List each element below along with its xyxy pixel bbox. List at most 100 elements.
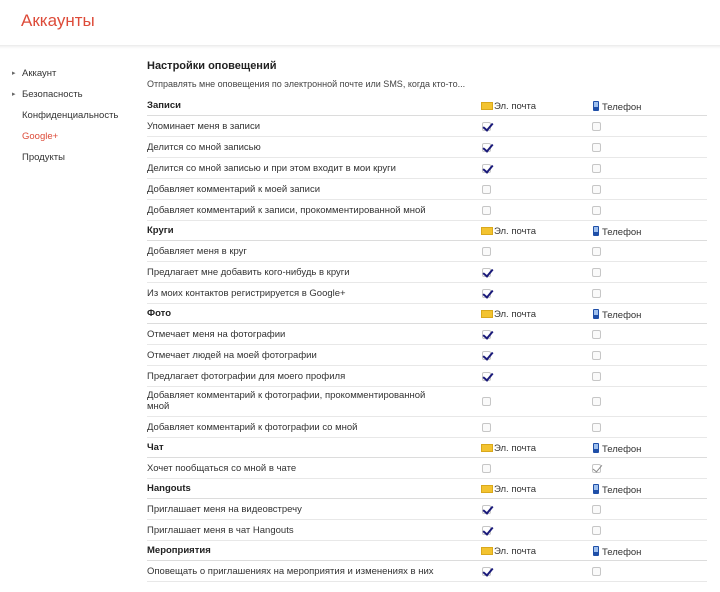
email-checkbox[interactable] xyxy=(482,567,491,576)
chevron-right-icon: ▸ xyxy=(12,70,16,77)
email-checkbox[interactable] xyxy=(482,505,491,514)
phone-checkbox[interactable] xyxy=(592,247,601,256)
setting-row: Делится со мной записью xyxy=(147,137,707,158)
email-checkbox[interactable] xyxy=(482,351,491,360)
email-checkbox[interactable] xyxy=(482,206,491,215)
email-checkbox[interactable] xyxy=(482,372,491,381)
setting-label: Добавляет комментарий к фотографии со мн… xyxy=(147,422,358,433)
phone-column-label: Телефон xyxy=(602,547,642,558)
phone-icon xyxy=(593,226,599,236)
group-header: Чат Эл. почта Телефон xyxy=(147,438,707,458)
intro-text: Отправлять мне оповещения по электронной… xyxy=(147,79,466,89)
email-checkbox[interactable] xyxy=(482,423,491,432)
setting-row: Отмечает людей на моей фотографии xyxy=(147,345,707,366)
email-column-header: Эл. почта xyxy=(481,484,536,495)
sidebar-item-label: Продукты xyxy=(22,152,65,163)
phone-checkbox[interactable] xyxy=(592,268,601,277)
email-column-label: Эл. почта xyxy=(494,484,537,495)
sidebar-item-label: Конфиденциальность xyxy=(22,110,119,121)
email-checkbox[interactable] xyxy=(482,268,491,277)
sidebar-item[interactable]: Продукты xyxy=(0,150,130,171)
sidebar-nav: ▸ Аккаунт ▸ Безопасность Конфиденциальность G… xyxy=(0,66,130,171)
setting-row: Хочет пообщаться со мной в чате xyxy=(147,458,707,479)
setting-label: Отмечает людей на моей фотографии xyxy=(147,350,317,361)
setting-row: Добавляет комментарий к фотографии, прок… xyxy=(147,387,707,417)
email-checkbox[interactable] xyxy=(482,330,491,339)
sidebar-item[interactable]: Google+ xyxy=(0,129,130,150)
setting-row: Оповещать о приглашениях на мероприятия … xyxy=(147,561,707,582)
phone-checkbox[interactable] xyxy=(592,185,601,194)
phone-checkbox[interactable] xyxy=(592,143,601,152)
phone-checkbox[interactable] xyxy=(592,526,601,535)
setting-label: Добавляет меня в круг xyxy=(147,246,247,257)
group-header: Фото Эл. почта Телефон xyxy=(147,304,707,324)
phone-column-header: Телефон xyxy=(593,101,641,113)
setting-label: Предлагает мне добавить кого-нибудь в кр… xyxy=(147,267,350,278)
sidebar-item[interactable]: ▸ Безопасность xyxy=(0,87,130,108)
email-checkbox[interactable] xyxy=(482,247,491,256)
email-checkbox[interactable] xyxy=(482,185,491,194)
sidebar-item[interactable]: ▸ Аккаунт xyxy=(0,66,130,87)
phone-column-header: Телефон xyxy=(593,443,641,455)
phone-icon xyxy=(593,546,599,556)
phone-checkbox[interactable] xyxy=(592,164,601,173)
phone-checkbox[interactable] xyxy=(592,397,601,406)
phone-column-header: Телефон xyxy=(593,484,641,496)
email-checkbox[interactable] xyxy=(482,143,491,152)
group-name: Круги xyxy=(147,225,174,236)
phone-checkbox[interactable] xyxy=(592,289,601,298)
group-header: Hangouts Эл. почта Телефон xyxy=(147,479,707,499)
mail-icon xyxy=(481,227,493,235)
phone-checkbox[interactable] xyxy=(592,206,601,215)
email-column-label: Эл. почта xyxy=(494,309,537,320)
phone-column-header: Телефон xyxy=(593,309,641,321)
email-column-label: Эл. почта xyxy=(494,546,537,557)
notification-settings: Настройки оповещений Отправлять мне опов… xyxy=(147,58,707,582)
phone-checkbox[interactable] xyxy=(592,330,601,339)
email-checkbox[interactable] xyxy=(482,122,491,131)
app-header: Аккаунты xyxy=(0,0,720,49)
phone-column-label: Телефон xyxy=(602,227,642,238)
setting-label: Оповещать о приглашениях на мероприятия … xyxy=(147,566,434,577)
phone-column-label: Телефон xyxy=(602,310,642,321)
email-checkbox[interactable] xyxy=(482,289,491,298)
phone-icon xyxy=(593,443,599,453)
mail-icon xyxy=(481,485,493,493)
setting-label: Приглашает меня на видеовстречу xyxy=(147,504,302,515)
mail-icon xyxy=(481,444,493,452)
setting-row: Добавляет комментарий к записи, прокомме… xyxy=(147,200,707,221)
phone-checkbox[interactable] xyxy=(592,122,601,131)
phone-icon xyxy=(593,484,599,494)
email-checkbox[interactable] xyxy=(482,464,491,473)
group-header: Мероприятия Эл. почта Телефон xyxy=(147,541,707,561)
phone-checkbox[interactable] xyxy=(592,567,601,576)
setting-row: Упоминает меня в записи xyxy=(147,116,707,137)
phone-checkbox[interactable] xyxy=(592,505,601,514)
phone-checkbox[interactable] xyxy=(592,351,601,360)
phone-column-label: Телефон xyxy=(602,102,642,113)
mail-icon xyxy=(481,547,493,555)
email-checkbox[interactable] xyxy=(482,397,491,406)
setting-row: Предлагает фотографии для моего профиля xyxy=(147,366,707,387)
mail-icon xyxy=(481,310,493,318)
phone-column-header: Телефон xyxy=(593,226,641,238)
setting-row: Добавляет комментарий к моей записи xyxy=(147,179,707,200)
group-name: Чат xyxy=(147,442,164,453)
setting-label: Делится со мной записью xyxy=(147,142,261,153)
phone-checkbox[interactable] xyxy=(592,464,601,473)
setting-label: Добавляет комментарий к записи, прокомме… xyxy=(147,205,426,216)
setting-row: Отмечает меня на фотографии xyxy=(147,324,707,345)
email-column-header: Эл. почта xyxy=(481,226,536,237)
phone-checkbox[interactable] xyxy=(592,372,601,381)
setting-row: Добавляет меня в круг xyxy=(147,241,707,262)
setting-label: Добавляет комментарий к фотографии, прок… xyxy=(147,390,426,412)
chevron-right-icon: ▸ xyxy=(12,91,16,98)
settings-groups: Записи Эл. почта Телефон Упоминает меня в з… xyxy=(147,96,707,582)
sidebar-item[interactable]: Конфиденциальность xyxy=(0,108,130,129)
phone-checkbox[interactable] xyxy=(592,423,601,432)
phone-icon xyxy=(593,309,599,319)
email-checkbox[interactable] xyxy=(482,526,491,535)
app-title[interactable]: Аккаунты xyxy=(21,11,95,31)
email-column-label: Эл. почта xyxy=(494,101,537,112)
email-checkbox[interactable] xyxy=(482,164,491,173)
